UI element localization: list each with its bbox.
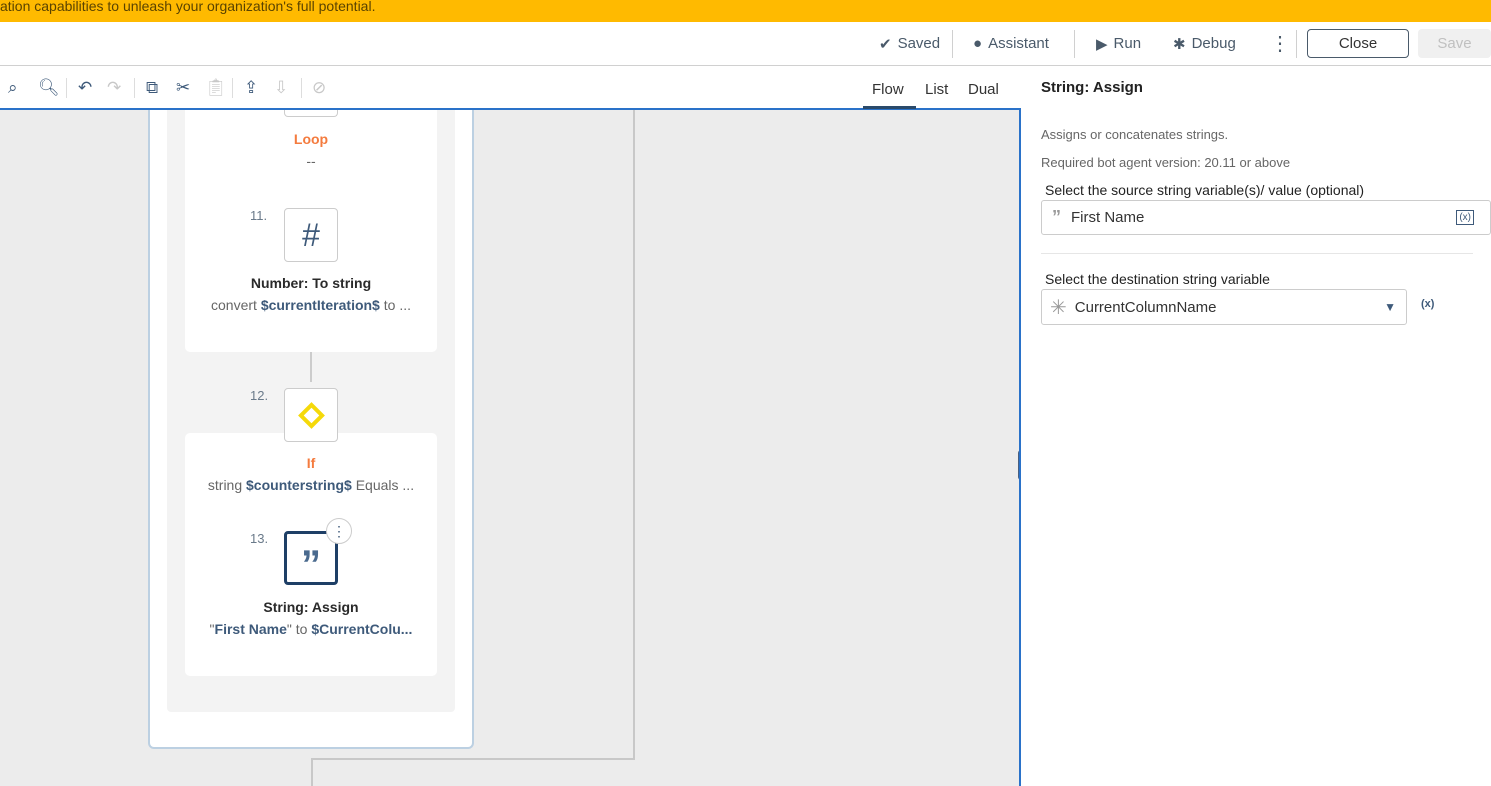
- step-more-icon[interactable]: ⋮: [326, 518, 352, 544]
- step-title: String: Assign: [263, 599, 359, 615]
- source-input[interactable]: ” First Name (x): [1041, 200, 1491, 235]
- assistant-icon: ●: [973, 35, 983, 52]
- check-icon: ✔: [879, 35, 892, 53]
- connector-arrow: [310, 352, 312, 382]
- debug-button[interactable]: ✱ Debug: [1173, 22, 1236, 65]
- dest-select[interactable]: ✳ CurrentColumnName ▼: [1041, 289, 1407, 325]
- paste-icon[interactable]: 📋︎: [205, 78, 227, 98]
- run-button[interactable]: ▶ Run: [1096, 22, 1141, 65]
- divider: [66, 78, 67, 98]
- step-title: Number: To string: [250, 275, 372, 291]
- connector-line: [311, 758, 635, 760]
- divider: [1074, 30, 1075, 58]
- loop-desc: --: [306, 153, 316, 169]
- panel-description: Assigns or concatenates strings.: [1041, 127, 1229, 142]
- panel-title: String: Assign: [1041, 79, 1143, 96]
- assistant-label: Assistant: [988, 35, 1049, 52]
- divider: [232, 78, 233, 98]
- divider: [134, 78, 135, 98]
- insert-variable-icon[interactable]: (x): [1456, 210, 1474, 225]
- tab-list[interactable]: List: [925, 81, 948, 98]
- divider: [1296, 30, 1297, 58]
- panel-version: Required bot agent version: 20.11 or abo…: [1041, 155, 1291, 170]
- more-menu-icon[interactable]: ⋮: [1270, 22, 1290, 65]
- play-icon: ▶: [1096, 35, 1108, 53]
- saved-label: Saved: [897, 35, 941, 52]
- step-number: 13.: [250, 531, 269, 546]
- find-in-folder-icon[interactable]: ⌕: [8, 78, 18, 98]
- pane-resize-handle[interactable]: [1018, 450, 1019, 480]
- loop-title: Loop: [293, 131, 329, 147]
- tab-flow[interactable]: Flow: [872, 81, 904, 98]
- dest-value: CurrentColumnName: [1074, 298, 1217, 316]
- bug-icon: ✱: [1173, 35, 1186, 53]
- divider: [952, 30, 953, 58]
- step-number: 12.: [250, 388, 269, 403]
- chevron-down-icon: ▼: [1384, 300, 1396, 314]
- promo-banner: ation capabilities to unleash your organ…: [0, 0, 1491, 22]
- divider: [301, 78, 302, 98]
- cut-icon[interactable]: ✂: [176, 78, 190, 98]
- disable-icon[interactable]: ⊘: [312, 78, 326, 98]
- source-value: First Name: [1071, 209, 1145, 226]
- debug-label: Debug: [1191, 35, 1236, 52]
- step-number: 11.: [250, 208, 268, 223]
- assistant-button[interactable]: ● Assistant: [973, 22, 1049, 65]
- banner-text: ation capabilities to unleash your organ…: [0, 0, 376, 14]
- create-variable-icon[interactable]: (x): [1421, 298, 1434, 310]
- saved-status: ✔ Saved: [879, 22, 940, 65]
- active-tab-indicator: [863, 106, 916, 109]
- if-diamond-icon[interactable]: [284, 388, 338, 442]
- step-desc: "First Name" to $CurrentColu...: [209, 621, 413, 637]
- step-desc: string $counterstring$ Equals ...: [207, 477, 415, 493]
- save-button[interactable]: Save: [1418, 29, 1491, 58]
- run-label: Run: [1113, 35, 1142, 52]
- import-icon[interactable]: ⇩: [274, 78, 288, 98]
- connector-line: [633, 110, 635, 760]
- flow-canvas[interactable]: Loop -- 11. # Number: To string convert …: [0, 110, 1021, 786]
- connector-line: [311, 758, 313, 786]
- header-bar: ✔ Saved ● Assistant ▶ Run ✱ Debug ⋮ Close Sa…: [0, 22, 1491, 66]
- tab-dual[interactable]: Dual: [968, 81, 999, 98]
- search-icon[interactable]: 🔍︎: [38, 78, 60, 98]
- step-title: If: [306, 455, 316, 471]
- asterisk-icon: ✳: [1050, 296, 1067, 319]
- undo-icon[interactable]: ↶: [78, 78, 92, 98]
- divider: [1041, 253, 1473, 254]
- close-button[interactable]: Close: [1307, 29, 1409, 58]
- copy-icon[interactable]: ⧉: [146, 78, 158, 98]
- editor-toolbar: ⌕ 🔍︎ ↶ ↷ ⧉ ✂ 📋︎ ⇪ ⇩ ⊘ Flow List Dual: [0, 66, 1021, 110]
- redo-icon[interactable]: ↷: [107, 78, 121, 98]
- source-label: Select the source string variable(s)/ va…: [1045, 182, 1365, 198]
- properties-panel: String: Assign Assigns or concatenates s…: [1023, 66, 1491, 786]
- loop-icon: [284, 110, 338, 117]
- step-desc: convert $currentIteration$ to ...: [211, 297, 411, 313]
- dest-label: Select the destination string variable: [1045, 271, 1270, 287]
- quote-icon: ”: [1052, 207, 1061, 227]
- number-hash-icon[interactable]: #: [284, 208, 338, 262]
- export-icon[interactable]: ⇪: [244, 78, 258, 98]
